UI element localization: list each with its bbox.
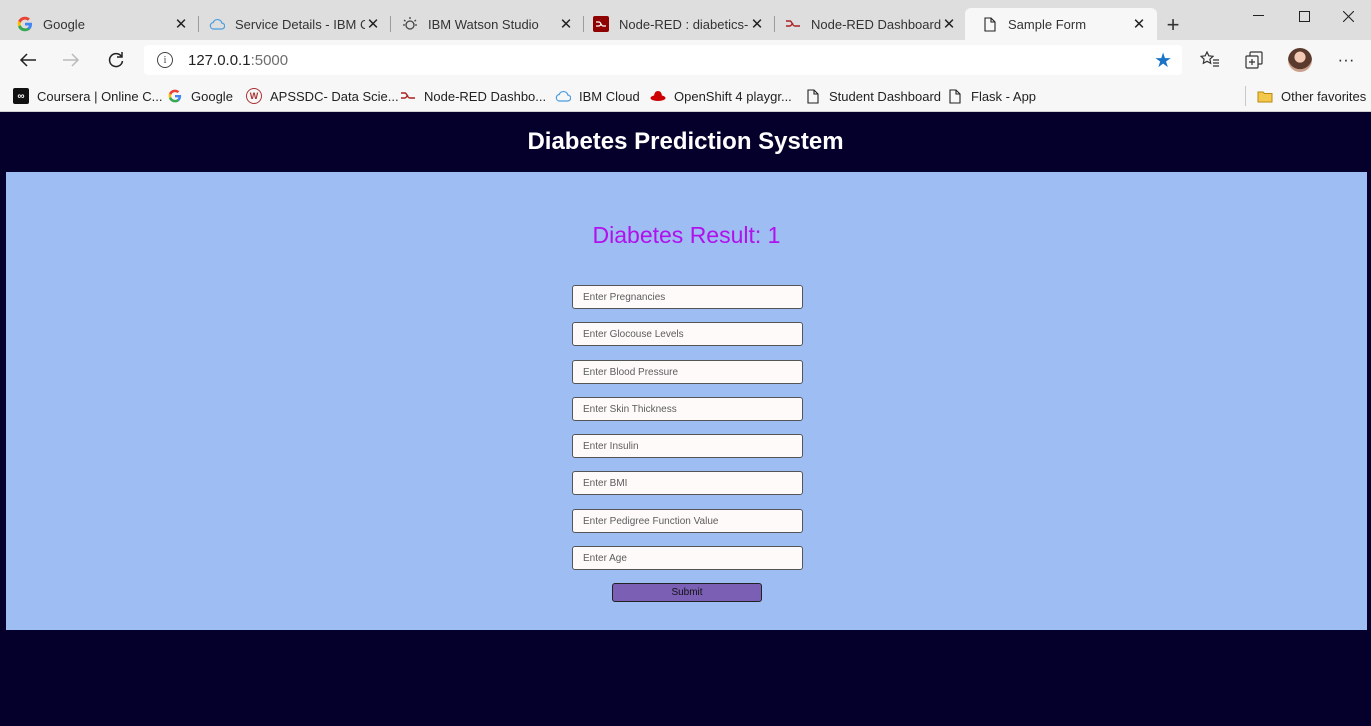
tab-node-red-editor[interactable]: Node-RED : diabetics-p ✕ — [576, 8, 775, 40]
bookmark-label: IBM Cloud — [579, 88, 640, 104]
glucose-input[interactable] — [572, 322, 803, 346]
page-icon — [982, 16, 998, 32]
info-icon[interactable]: i — [157, 52, 173, 68]
submit-button[interactable]: Submit — [612, 583, 762, 602]
bookmark-label: OpenShift 4 playgr... — [674, 88, 792, 104]
pedigree-function-input[interactable] — [572, 509, 803, 533]
close-icon[interactable]: ✕ — [365, 16, 381, 33]
tab-ibm-cloud-service[interactable]: Service Details - IBM Clo ✕ — [192, 8, 391, 40]
new-tab-button[interactable]: + — [1160, 12, 1186, 38]
tab-sample-form[interactable]: Sample Form ✕ — [965, 8, 1157, 40]
close-icon[interactable]: ✕ — [749, 16, 765, 33]
bookmarks-divider — [1245, 86, 1246, 106]
redhat-icon — [650, 88, 666, 104]
tab-title: Node-RED : diabetics-p — [619, 16, 749, 32]
url-port: :5000 — [250, 52, 289, 69]
maximize-button[interactable] — [1281, 0, 1327, 32]
folder-icon — [1257, 88, 1273, 104]
bookmark-label: APSSDC- Data Scie... — [270, 88, 399, 104]
node-red-icon — [593, 16, 609, 32]
page-header: Diabetes Prediction System — [0, 112, 1371, 172]
bookmark-label: Coursera | Online C... — [37, 88, 163, 104]
bookmark-apssdc[interactable]: W APSSDC- Data Scie... — [246, 85, 399, 107]
tab-title: Node-RED Dashboard — [811, 16, 941, 32]
google-icon — [17, 16, 33, 32]
other-favorites-label: Other favorites — [1281, 88, 1367, 104]
page-icon — [805, 88, 821, 104]
bookmark-student-dashboard[interactable]: Student Dashboard — [805, 85, 941, 107]
blood-pressure-input[interactable] — [572, 360, 803, 384]
google-icon — [167, 88, 183, 104]
bookmark-label: Node-RED Dashbo... — [424, 88, 547, 104]
bookmark-coursera[interactable]: ∞ Coursera | Online C... — [13, 85, 162, 107]
more-menu-icon[interactable]: ··· — [1334, 48, 1358, 72]
forward-button[interactable] — [57, 46, 85, 74]
age-input[interactable] — [572, 546, 803, 570]
close-icon[interactable]: ✕ — [558, 16, 574, 33]
bookmark-flask-app[interactable]: Flask - App — [947, 85, 1036, 107]
watson-icon — [402, 16, 418, 32]
bookmark-ibm-cloud[interactable]: IBM Cloud — [555, 85, 640, 107]
close-icon[interactable]: ✕ — [173, 16, 189, 33]
page-title: Diabetes Prediction System — [527, 128, 844, 155]
skin-thickness-input[interactable] — [572, 397, 803, 421]
tab-title: Service Details - IBM Clo — [235, 16, 365, 32]
node-red-icon — [400, 88, 416, 104]
insulin-input[interactable] — [572, 434, 803, 458]
minimize-button[interactable] — [1235, 0, 1281, 32]
result-text: Diabetes Result: 1 — [592, 222, 781, 248]
tab-title: IBM Watson Studio — [428, 16, 539, 32]
coursera-icon: ∞ — [13, 88, 29, 104]
bookmarks-bar: ∞ Coursera | Online C... Google W APSSDC… — [0, 80, 1371, 112]
bookmark-node-red-dashboard[interactable]: Node-RED Dashbo... — [400, 85, 546, 107]
bookmark-label: Google — [191, 88, 233, 104]
bookmark-label: Flask - App — [971, 88, 1037, 104]
url-text: 127.0.0.1:5000 — [188, 52, 288, 69]
cloud-icon — [555, 88, 571, 104]
refresh-button[interactable] — [102, 46, 130, 74]
tab-google[interactable]: Google ✕ — [0, 8, 199, 40]
profile-avatar[interactable] — [1288, 48, 1312, 72]
prediction-form: Diabetes Result: 1 Submit — [6, 172, 1367, 630]
address-bar[interactable]: i 127.0.0.1:5000 ★ — [144, 45, 1182, 75]
bookmark-openshift[interactable]: OpenShift 4 playgr... — [650, 85, 792, 107]
tab-title: Google — [43, 16, 85, 32]
url-host: 127.0.0.1 — [188, 52, 251, 69]
favorite-star-icon[interactable]: ★ — [1154, 48, 1172, 73]
close-window-button[interactable] — [1325, 0, 1371, 32]
back-button[interactable] — [14, 46, 42, 74]
toolbar: i 127.0.0.1:5000 ★ ··· — [0, 40, 1371, 80]
tab-strip: Google ✕ Service Details - IBM Clo ✕ IBM… — [0, 0, 1371, 40]
bookmark-label: Student Dashboard — [829, 88, 942, 104]
tab-title: Sample Form — [1008, 16, 1087, 32]
tab-watson-studio[interactable]: IBM Watson Studio ✕ — [385, 8, 584, 40]
node-red-icon — [785, 16, 801, 32]
cloud-icon — [209, 16, 225, 32]
close-icon[interactable]: ✕ — [1131, 16, 1147, 33]
bookmark-google[interactable]: Google — [167, 85, 233, 107]
favorites-icon[interactable] — [1198, 48, 1222, 72]
page-icon — [947, 88, 963, 104]
close-icon[interactable]: ✕ — [941, 16, 957, 33]
other-favorites[interactable]: Other favorites — [1257, 85, 1366, 107]
apssdc-icon: W — [246, 88, 262, 104]
bmi-input[interactable] — [572, 471, 803, 495]
collections-icon[interactable] — [1242, 48, 1266, 72]
tab-node-red-dashboard[interactable]: Node-RED Dashboard ✕ — [768, 8, 967, 40]
pregnancies-input[interactable] — [572, 285, 803, 309]
